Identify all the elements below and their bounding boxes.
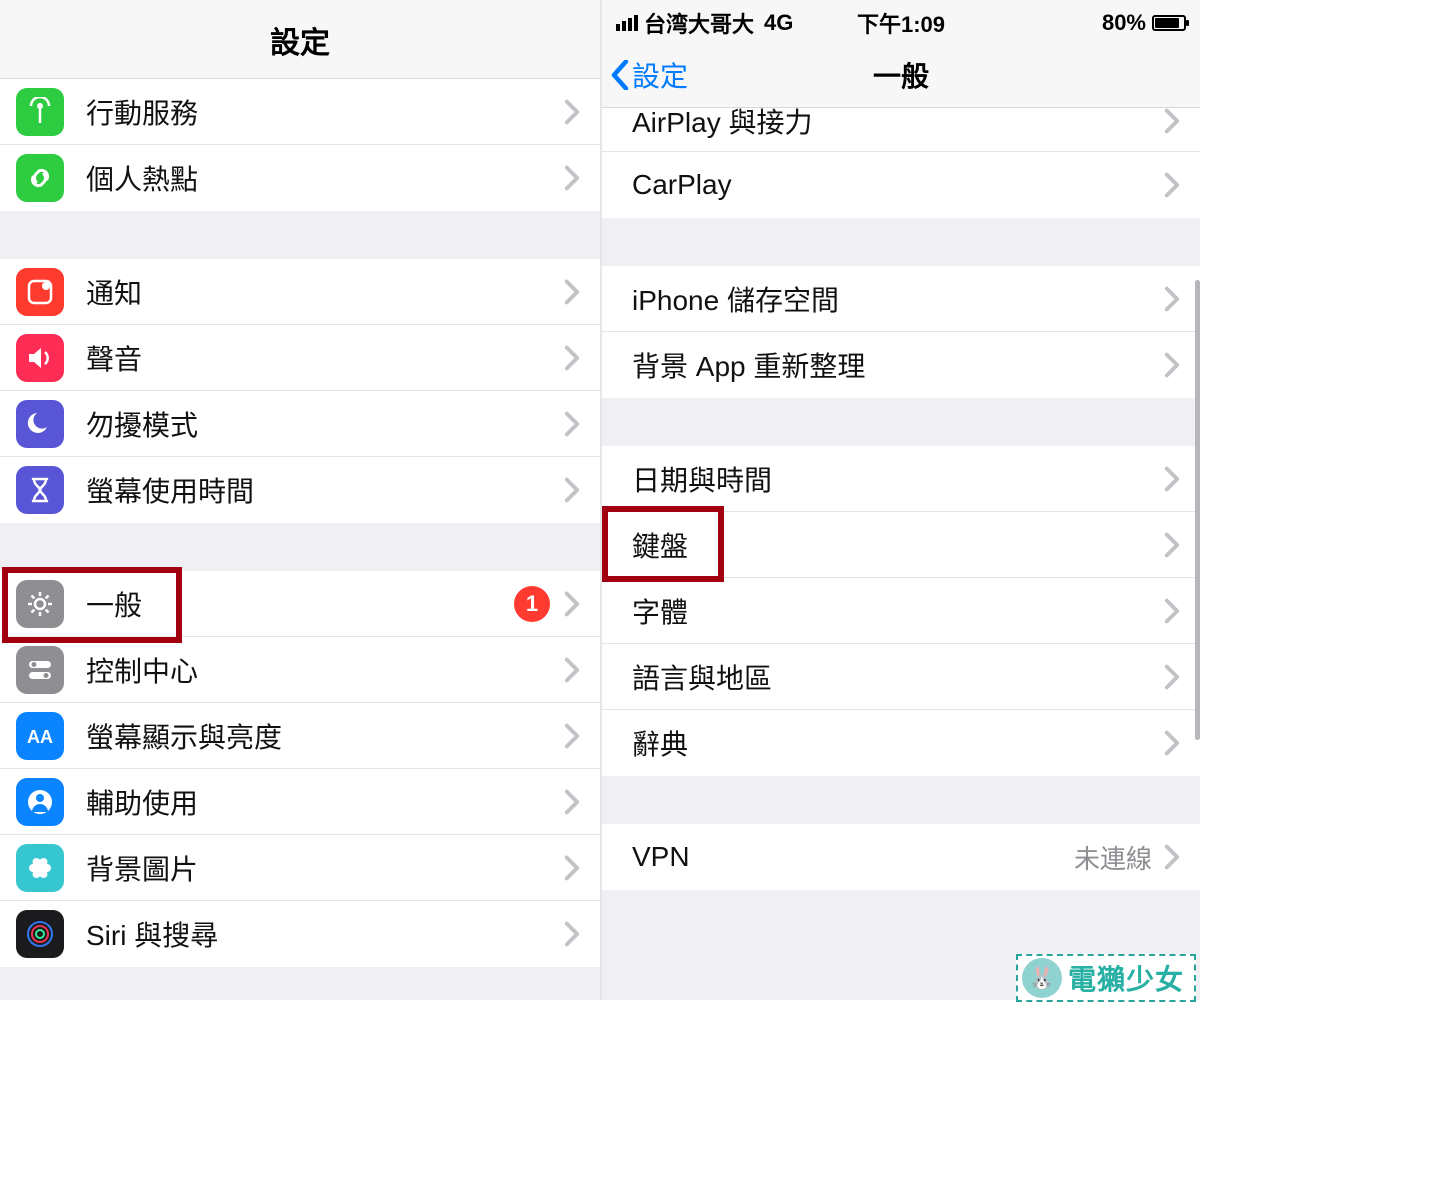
nav-title: 一般 <box>602 55 1200 95</box>
chevron-right-icon <box>564 345 580 371</box>
row-label: iPhone 儲存空間 <box>632 279 1164 319</box>
chevron-right-icon <box>1164 286 1180 312</box>
chevron-right-icon <box>564 165 580 191</box>
row-controlcenter[interactable]: 控制中心 <box>0 637 600 703</box>
row-dnd[interactable]: 勿擾模式 <box>0 391 600 457</box>
svg-text:AA: AA <box>27 727 53 747</box>
row-carplay[interactable]: CarPlay <box>602 152 1200 218</box>
row-label: 通知 <box>86 272 564 312</box>
screen-general: 台湾大哥大 4G 下午1:09 80% 設定 一般 AirPlay 與接力 Ca… <box>600 0 1200 1000</box>
page-title: 設定 <box>0 0 600 79</box>
chevron-right-icon <box>564 279 580 305</box>
row-label: 控制中心 <box>86 650 564 690</box>
chevron-right-icon <box>564 591 580 617</box>
row-notifications[interactable]: 通知 <box>0 259 600 325</box>
row-hotspot[interactable]: 個人熱點 <box>0 145 600 211</box>
flower-icon <box>16 844 64 892</box>
status-bar: 台湾大哥大 4G 下午1:09 80% <box>602 0 1200 42</box>
battery-icon <box>1152 15 1186 31</box>
chevron-right-icon <box>1164 598 1180 624</box>
row-storage[interactable]: iPhone 儲存空間 <box>602 266 1200 332</box>
chevron-right-icon <box>564 657 580 683</box>
row-label: 一般 <box>86 584 514 624</box>
chevron-right-icon <box>1164 664 1180 690</box>
row-accessibility[interactable]: 輔助使用 <box>0 769 600 835</box>
row-label: AirPlay 與接力 <box>632 108 898 138</box>
row-label: Siri 與搜尋 <box>86 914 564 954</box>
row-airplay[interactable]: AirPlay 與接力 <box>602 108 1200 152</box>
row-screentime[interactable]: 螢幕使用時間 <box>0 457 600 523</box>
chevron-right-icon <box>1164 466 1180 492</box>
row-display[interactable]: AA 螢幕顯示與亮度 <box>0 703 600 769</box>
chevron-right-icon <box>1164 532 1180 558</box>
row-value: 未連線 <box>1074 839 1152 876</box>
chevron-right-icon <box>564 855 580 881</box>
row-label: 語言與地區 <box>632 657 1164 697</box>
chevron-right-icon <box>564 789 580 815</box>
chevron-right-icon <box>1164 352 1180 378</box>
screen-settings: 設定 行動服務個人熱點通知聲音勿擾模式螢幕使用時間一般1控制中心AA螢幕顯示與亮… <box>0 0 600 1000</box>
row-label: 辭典 <box>632 723 1164 763</box>
row-siri[interactable]: Siri 與搜尋 <box>0 901 600 967</box>
network-type: 4G <box>764 10 793 36</box>
signal-icon <box>616 15 638 31</box>
row-label: 輔助使用 <box>86 782 564 822</box>
status-time: 下午1:09 <box>806 7 996 39</box>
row-label: 個人熱點 <box>86 158 564 198</box>
row-label: 字體 <box>632 591 1164 631</box>
speaker-icon <box>16 334 64 382</box>
person-icon <box>16 778 64 826</box>
toggles-icon <box>16 646 64 694</box>
row-label: 螢幕顯示與亮度 <box>86 716 564 756</box>
scrollbar[interactable] <box>1195 280 1200 740</box>
carrier-name: 台湾大哥大 <box>644 7 754 39</box>
row-label: CarPlay <box>632 169 1164 201</box>
row-label: 螢幕使用時間 <box>86 470 564 510</box>
row-label: VPN <box>632 841 1074 873</box>
row-vpn[interactable]: VPN未連線 <box>602 824 1200 890</box>
battery-percent: 80% <box>1102 10 1146 36</box>
badge: 1 <box>514 586 550 622</box>
chevron-right-icon <box>564 921 580 947</box>
row-keyboard[interactable]: 鍵盤 <box>602 512 1200 578</box>
row-general[interactable]: 一般1 <box>0 571 600 637</box>
antenna-icon <box>16 88 64 136</box>
row-sound[interactable]: 聲音 <box>0 325 600 391</box>
gear-icon <box>16 580 64 628</box>
row-datetime[interactable]: 日期與時間 <box>602 446 1200 512</box>
watermark-text: 電獺少女 <box>1068 958 1184 998</box>
chevron-right-icon <box>564 411 580 437</box>
nav-bar: 設定 一般 <box>602 42 1200 108</box>
row-label: 勿擾模式 <box>86 404 564 444</box>
chevron-left-icon <box>610 60 630 90</box>
row-label: 日期與時間 <box>632 459 1164 499</box>
chevron-right-icon <box>1164 108 1180 134</box>
row-label: 聲音 <box>86 338 564 378</box>
notif-icon <box>16 268 64 316</box>
chevron-right-icon <box>1164 844 1180 870</box>
watermark: 🐰 電獺少女 <box>1016 954 1196 1002</box>
aa-icon: AA <box>16 712 64 760</box>
row-label: 鍵盤 <box>632 525 1164 565</box>
chevron-right-icon <box>1164 172 1180 198</box>
mascot-icon: 🐰 <box>1022 958 1062 998</box>
row-langregion[interactable]: 語言與地區 <box>602 644 1200 710</box>
chevron-right-icon <box>564 99 580 125</box>
link-icon <box>16 154 64 202</box>
row-label: 背景 App 重新整理 <box>632 345 1164 385</box>
row-dictionary[interactable]: 辭典 <box>602 710 1200 776</box>
row-wallpaper[interactable]: 背景圖片 <box>0 835 600 901</box>
siri-icon <box>16 910 64 958</box>
row-label: 背景圖片 <box>86 848 564 888</box>
row-fonts[interactable]: 字體 <box>602 578 1200 644</box>
moon-icon <box>16 400 64 448</box>
chevron-right-icon <box>564 723 580 749</box>
row-cellular[interactable]: 行動服務 <box>0 79 600 145</box>
hourglass-icon <box>16 466 64 514</box>
chevron-right-icon <box>564 477 580 503</box>
back-button[interactable]: 設定 <box>602 55 688 95</box>
row-bgrefresh[interactable]: 背景 App 重新整理 <box>602 332 1200 398</box>
row-label: 行動服務 <box>86 92 564 132</box>
chevron-right-icon <box>1164 730 1180 756</box>
